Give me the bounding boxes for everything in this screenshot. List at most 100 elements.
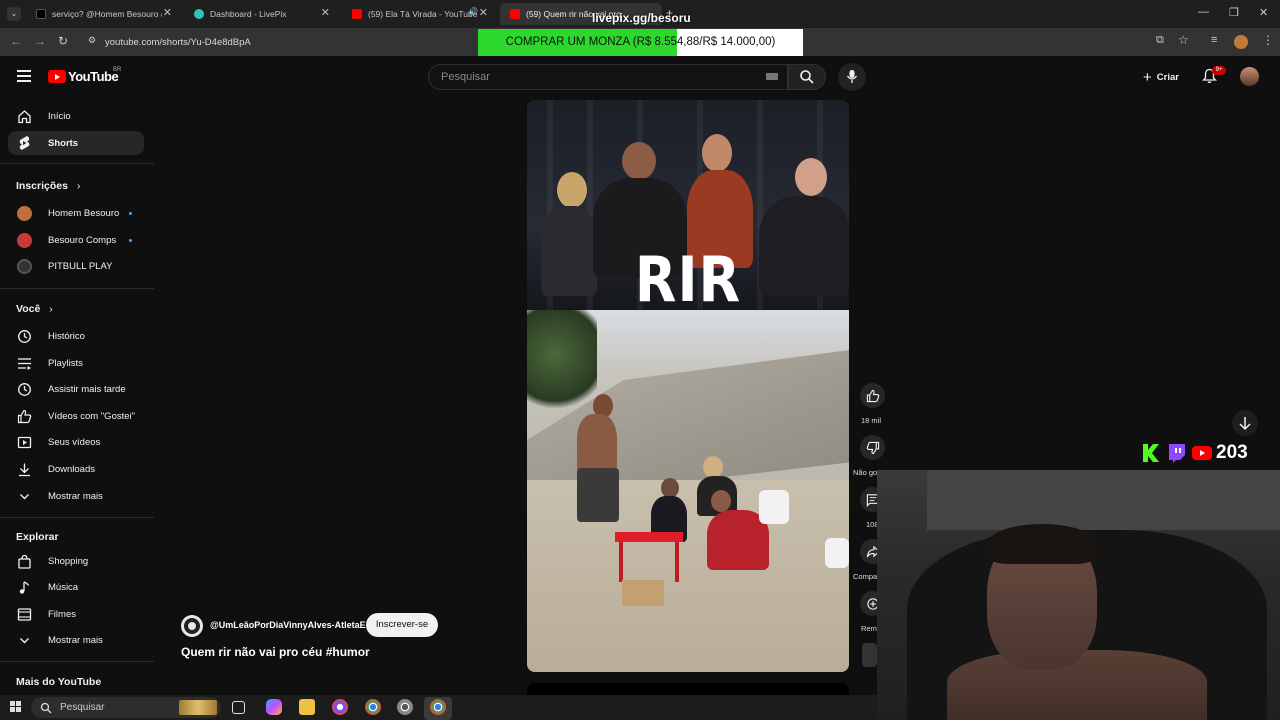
windows-start-icon[interactable] — [10, 701, 22, 713]
sidebar-divider — [0, 163, 154, 164]
chrome-active-icon[interactable] — [430, 699, 446, 715]
site-info-icon[interactable]: ⚙ — [88, 35, 96, 46]
sidebar-item-inicio[interactable]: Início — [8, 104, 144, 128]
browser-tab-youtube-1[interactable]: (59) Ela Tá Virada - YouTube 🔊 ✕ — [342, 3, 496, 25]
bookmark-star-icon[interactable]: ☆ — [1178, 33, 1189, 47]
subscriptions-heading[interactable]: Inscrições › — [16, 180, 80, 192]
youtube-logo-icon — [1192, 446, 1212, 460]
shopping-icon — [16, 554, 32, 569]
cast-icon[interactable]: ⧉ — [1156, 34, 1164, 47]
profile-avatar-icon[interactable] — [1234, 35, 1248, 49]
dislike-button[interactable] — [860, 435, 885, 460]
sidebar-item-seus-videos[interactable]: Seus vídeos — [8, 430, 144, 454]
tab-label: serviço? @Homem Besouro #fy — [52, 9, 162, 19]
chrome-dev-icon[interactable] — [397, 699, 413, 715]
hamburger-menu-icon[interactable] — [17, 70, 31, 82]
dislike-label: Não gostei — [853, 468, 877, 477]
subscribe-button[interactable]: Inscrever-se — [366, 613, 438, 637]
donation-goal-bar: COMPRAR UM MONZA (R$ 8.554,88/R$ 14.000,… — [478, 29, 803, 56]
media-controls-icon[interactable]: ≡ — [1211, 34, 1217, 46]
close-tab-icon[interactable]: ✕ — [479, 6, 488, 19]
chevron-down-icon — [16, 490, 32, 503]
sidebar-item-mostrar-mais-voce[interactable]: Mostrar mais — [8, 484, 144, 508]
sidebar-item-label: Seus vídeos — [48, 436, 101, 448]
sidebar-item-label: Besouro Comps — [48, 234, 117, 246]
new-content-dot — [129, 211, 132, 215]
sidebar-item-shorts[interactable]: Shorts — [8, 131, 144, 155]
sidebar-item-filmes[interactable]: Filmes — [8, 602, 144, 626]
next-short-button[interactable] — [1232, 410, 1258, 436]
sidebar-item-besouro-comps[interactable]: Besouro Comps — [8, 228, 144, 252]
chrome-profile-icon[interactable] — [332, 699, 348, 715]
like-button[interactable] — [860, 383, 885, 408]
search-button[interactable] — [788, 64, 826, 90]
dislike-icon — [866, 441, 879, 454]
sidebar-item-playlists[interactable]: Playlists — [8, 351, 144, 375]
file-explorer-icon[interactable] — [299, 699, 315, 715]
sidebar-item-label: Shopping — [48, 555, 89, 567]
search-input[interactable] — [428, 64, 788, 90]
close-window-icon[interactable]: ✕ — [1259, 6, 1268, 19]
tab-label: (59) Ela Tá Virada - YouTube — [368, 9, 478, 19]
like-icon — [866, 389, 879, 402]
browser-tab-tiktok[interactable]: serviço? @Homem Besouro #fy ✕ — [26, 3, 180, 25]
keyboard-icon[interactable] — [766, 73, 778, 80]
restore-icon[interactable]: ❐ — [1229, 6, 1239, 19]
donation-goal-text: COMPRAR UM MONZA (R$ 8.554,88/R$ 14.000,… — [505, 36, 776, 48]
share-label: Compartilhar — [853, 572, 877, 581]
search-icon — [800, 70, 814, 84]
audio-playing-icon[interactable]: 🔊 — [468, 7, 478, 16]
back-arrow-icon[interactable]: ← — [10, 34, 22, 48]
sidebar-item-label: Mostrar mais — [48, 634, 103, 646]
video-bottom-panel — [527, 310, 849, 672]
sidebar-item-historico[interactable]: Histórico — [8, 324, 144, 348]
video-top-panel: RIR — [527, 100, 849, 316]
sidebar-item-mostrar-mais-explorar[interactable]: Mostrar mais — [8, 628, 144, 652]
youtube-favicon-icon — [352, 9, 362, 19]
chevron-down-icon — [16, 634, 32, 647]
taskbar-search[interactable]: Pesquisar — [31, 697, 221, 718]
sound-avatar[interactable] — [862, 643, 877, 667]
close-tab-icon[interactable]: ✕ — [163, 6, 172, 19]
reload-icon[interactable]: ↻ — [58, 34, 68, 48]
video-overlay-text: RIR — [634, 243, 742, 316]
sidebar-item-label: Início — [48, 110, 71, 122]
voice-search-button[interactable] — [838, 63, 866, 91]
you-heading[interactable]: Você › — [16, 303, 53, 315]
sidebar-item-homem-besouro[interactable]: Homem Besouro — [8, 201, 144, 225]
tab-search-icon[interactable]: ⌄ — [7, 7, 21, 21]
url-text[interactable]: youtube.com/shorts/Yu-D4e8dBpA — [105, 37, 251, 48]
plus-icon: + — [1143, 68, 1152, 86]
sidebar-item-musica[interactable]: Música — [8, 575, 144, 599]
channel-avatar[interactable] — [181, 615, 203, 637]
browser-menu-icon[interactable]: ⋮ — [1262, 33, 1274, 47]
viewer-count: 203 — [1216, 442, 1248, 463]
sidebar-item-shopping[interactable]: Shopping — [8, 549, 144, 573]
copilot-icon[interactable] — [266, 699, 282, 715]
minimize-icon[interactable]: — — [1198, 6, 1209, 18]
shorts-icon — [16, 135, 32, 151]
channel-avatar — [16, 205, 32, 221]
more-from-youtube-heading: Mais do YouTube — [16, 676, 102, 688]
task-view-icon[interactable] — [232, 701, 245, 714]
create-button[interactable]: + Criar — [1135, 64, 1191, 90]
viewer-counter: 203 — [1142, 440, 1248, 466]
sidebar-item-downloads[interactable]: Downloads — [8, 457, 144, 481]
account-avatar[interactable] — [1240, 67, 1259, 86]
sidebar-divider — [0, 288, 154, 289]
next-short-preview[interactable] — [527, 683, 849, 695]
comment-count: 108 — [866, 520, 877, 529]
forward-arrow-icon[interactable]: → — [34, 34, 46, 48]
history-icon — [16, 329, 32, 344]
sidebar-item-videos-gostei[interactable]: Vídeos com "Gostei" — [8, 404, 144, 428]
channel-name[interactable]: @UmLeãoPorDiaVinnyAlves-AtletaE — [210, 620, 366, 630]
chrome-icon[interactable] — [365, 699, 381, 715]
short-video-player[interactable]: RIR — [527, 100, 849, 672]
sidebar-item-label: PITBULL PLAY — [48, 260, 113, 272]
sidebar-item-pitbull-play[interactable]: PITBULL PLAY — [8, 254, 144, 278]
browser-tab-livepix[interactable]: Dashboard - LivePix ✕ — [184, 3, 338, 25]
watch-later-icon — [16, 382, 32, 397]
sidebar-item-assistir-mais-tarde[interactable]: Assistir mais tarde — [8, 377, 144, 401]
close-tab-icon[interactable]: ✕ — [321, 6, 330, 19]
arrow-down-icon — [1239, 417, 1251, 431]
